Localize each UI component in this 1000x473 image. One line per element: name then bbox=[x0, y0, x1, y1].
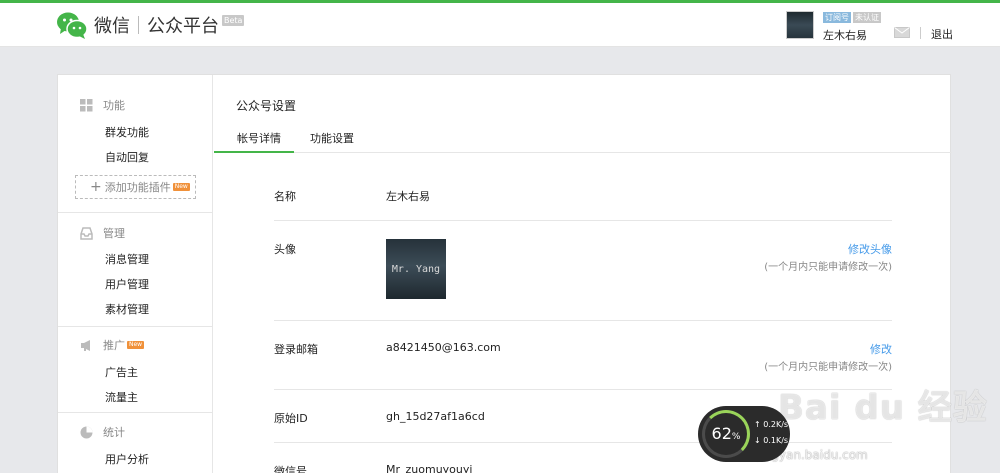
verify-status-badge: 未认证 bbox=[853, 12, 881, 23]
login-email-value: a8421450@163.com bbox=[386, 341, 501, 354]
network-speed-widget[interactable]: 62% ↑ 0.2K/s ↓ 0.1K/s bbox=[698, 406, 790, 462]
download-speed: ↓ 0.1K/s bbox=[754, 436, 789, 445]
sidebar-section-title: 管理 bbox=[103, 227, 125, 240]
sidebar-item-user-analysis[interactable]: 用户分析 bbox=[105, 451, 149, 467]
sidebar-section-title: 功能 bbox=[103, 99, 125, 112]
original-id-value: gh_15d27af1a6cd bbox=[386, 410, 485, 423]
add-plugin-label: 添加功能插件 bbox=[104, 181, 171, 194]
add-plugin-button[interactable]: + 添加功能插件 New bbox=[75, 175, 196, 199]
account-name-value: 左木右易 bbox=[386, 190, 430, 203]
account-tags: 订阅号 未认证 bbox=[823, 12, 881, 23]
header-avatar[interactable] bbox=[786, 11, 814, 39]
new-badge: New bbox=[127, 341, 145, 349]
sidebar-item-mass-send[interactable]: 群发功能 bbox=[105, 124, 149, 140]
sidebar-item-materials[interactable]: 素材管理 bbox=[105, 301, 149, 317]
top-header: 微信 公众平台 Beta 订阅号 未认证 左木右易 退出 bbox=[0, 3, 1000, 47]
header-separator bbox=[920, 27, 921, 39]
tab-account-details[interactable]: 帐号详情 bbox=[236, 130, 293, 152]
email-change-note: (一个月内只能申请修改一次) bbox=[764, 362, 892, 373]
sidebar-item-advertiser[interactable]: 广告主 bbox=[105, 364, 138, 380]
baidu-watermark: Bai du 经验 bbox=[778, 388, 988, 428]
header-account-name[interactable]: 左木右易 bbox=[823, 27, 867, 43]
speed-percent-unit: % bbox=[731, 432, 741, 442]
logo-separator bbox=[138, 16, 139, 34]
sidebar-section-stats: 统计 bbox=[80, 424, 125, 440]
upload-speed: ↑ 0.2K/s bbox=[754, 420, 789, 429]
beta-badge: Beta bbox=[222, 14, 245, 26]
sidebar-item-messages[interactable]: 消息管理 bbox=[105, 251, 149, 267]
sidebar-section-title: 推广 bbox=[103, 339, 125, 352]
row-label-name: 名称 bbox=[274, 190, 296, 203]
sidebar-divider bbox=[58, 326, 213, 327]
sidebar-divider bbox=[58, 412, 213, 413]
megaphone-icon bbox=[81, 339, 90, 351]
grid-icon bbox=[80, 98, 93, 111]
row-label-wechat-id: 微信号 bbox=[274, 465, 307, 473]
sidebar-section-functions: 功能 bbox=[80, 97, 125, 113]
sidebar-section-promotion: 推广 New bbox=[80, 337, 145, 353]
avatar-image-text: Mr. Yang bbox=[391, 263, 441, 275]
change-avatar-link[interactable]: 修改头像 bbox=[848, 241, 892, 257]
row-divider bbox=[274, 442, 892, 443]
sidebar-item-auto-reply[interactable]: 自动回复 bbox=[105, 149, 149, 165]
row-label-email: 登录邮箱 bbox=[274, 343, 318, 356]
sidebar-item-users[interactable]: 用户管理 bbox=[105, 276, 149, 292]
row-divider bbox=[274, 220, 892, 221]
logout-link[interactable]: 退出 bbox=[931, 26, 953, 42]
tab-bar: 帐号详情 功能设置 bbox=[214, 125, 952, 153]
row-divider bbox=[274, 320, 892, 321]
wechat-logo[interactable]: 微信 公众平台 Beta bbox=[56, 10, 245, 40]
sidebar-divider bbox=[58, 212, 213, 213]
wechat-id-value: Mr_zuomuyouyi bbox=[386, 463, 473, 473]
wechat-logo-icon bbox=[57, 12, 88, 39]
change-email-link[interactable]: 修改 bbox=[870, 341, 892, 357]
sidebar-section-manage: 管理 bbox=[80, 225, 125, 241]
sidebar: 功能 群发功能 自动回复 + 添加功能插件 New 管理 消息管理 用户管理 素… bbox=[58, 75, 213, 473]
logo-wechat-text: 微信 bbox=[94, 16, 130, 37]
tab-function-settings[interactable]: 功能设置 bbox=[310, 130, 354, 152]
account-avatar-image: Mr. Yang bbox=[386, 239, 446, 299]
pie-chart-icon bbox=[80, 426, 93, 438]
new-badge: New bbox=[172, 183, 190, 191]
avatar-change-note: (一个月内只能申请修改一次) bbox=[764, 262, 892, 273]
plus-icon: + bbox=[90, 179, 102, 195]
inbox-icon bbox=[80, 226, 93, 240]
page-title: 公众号设置 bbox=[236, 99, 297, 113]
account-type-badge: 订阅号 bbox=[823, 12, 851, 23]
speed-percent-value: 62 bbox=[711, 424, 732, 443]
mail-icon[interactable] bbox=[894, 27, 910, 38]
row-label-avatar: 头像 bbox=[274, 243, 296, 256]
speed-percent: 62% bbox=[706, 424, 746, 443]
sidebar-section-title: 统计 bbox=[103, 426, 125, 439]
row-label-original-id: 原始ID bbox=[274, 412, 308, 425]
active-tab-indicator bbox=[214, 151, 294, 153]
logo-platform-text: 公众平台 bbox=[147, 16, 219, 37]
sidebar-item-publisher[interactable]: 流量主 bbox=[105, 389, 138, 405]
